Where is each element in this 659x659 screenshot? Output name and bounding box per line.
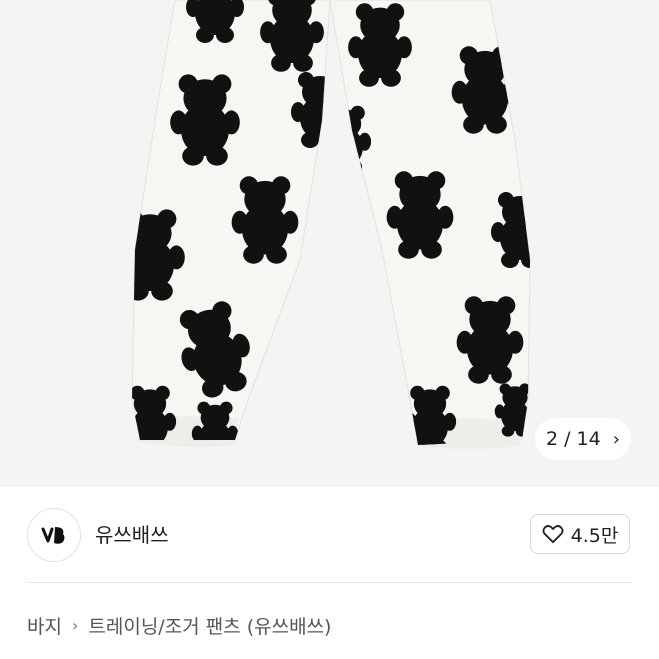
breadcrumb-item-category[interactable]: 바지 [27,612,62,639]
brand-name[interactable]: 유쓰배쓰 [95,519,169,548]
chevron-right-icon: › [71,616,79,635]
brand-row: 유쓰배쓰 4.5만 [0,487,659,582]
brand-logo-icon[interactable] [27,508,81,562]
like-button[interactable]: 4.5만 [530,514,630,554]
image-counter[interactable]: 2 / 14 › [535,418,631,460]
image-counter-separator: / [564,428,571,450]
chevron-right-icon: › [612,428,620,450]
pants-illustration [0,0,659,487]
image-counter-current: 2 [546,428,559,450]
like-count: 4.5만 [570,524,619,547]
breadcrumb: 바지 › 트레이닝/조거 팬츠 (유쓰배쓰) [27,612,331,639]
image-counter-total: 14 [576,428,601,450]
heart-outline-icon [542,525,564,544]
divider [27,582,632,583]
breadcrumb-item-subcategory[interactable]: 트레이닝/조거 팬츠 (유쓰배쓰) [88,612,331,639]
product-image[interactable]: 2 / 14 › [0,0,659,487]
